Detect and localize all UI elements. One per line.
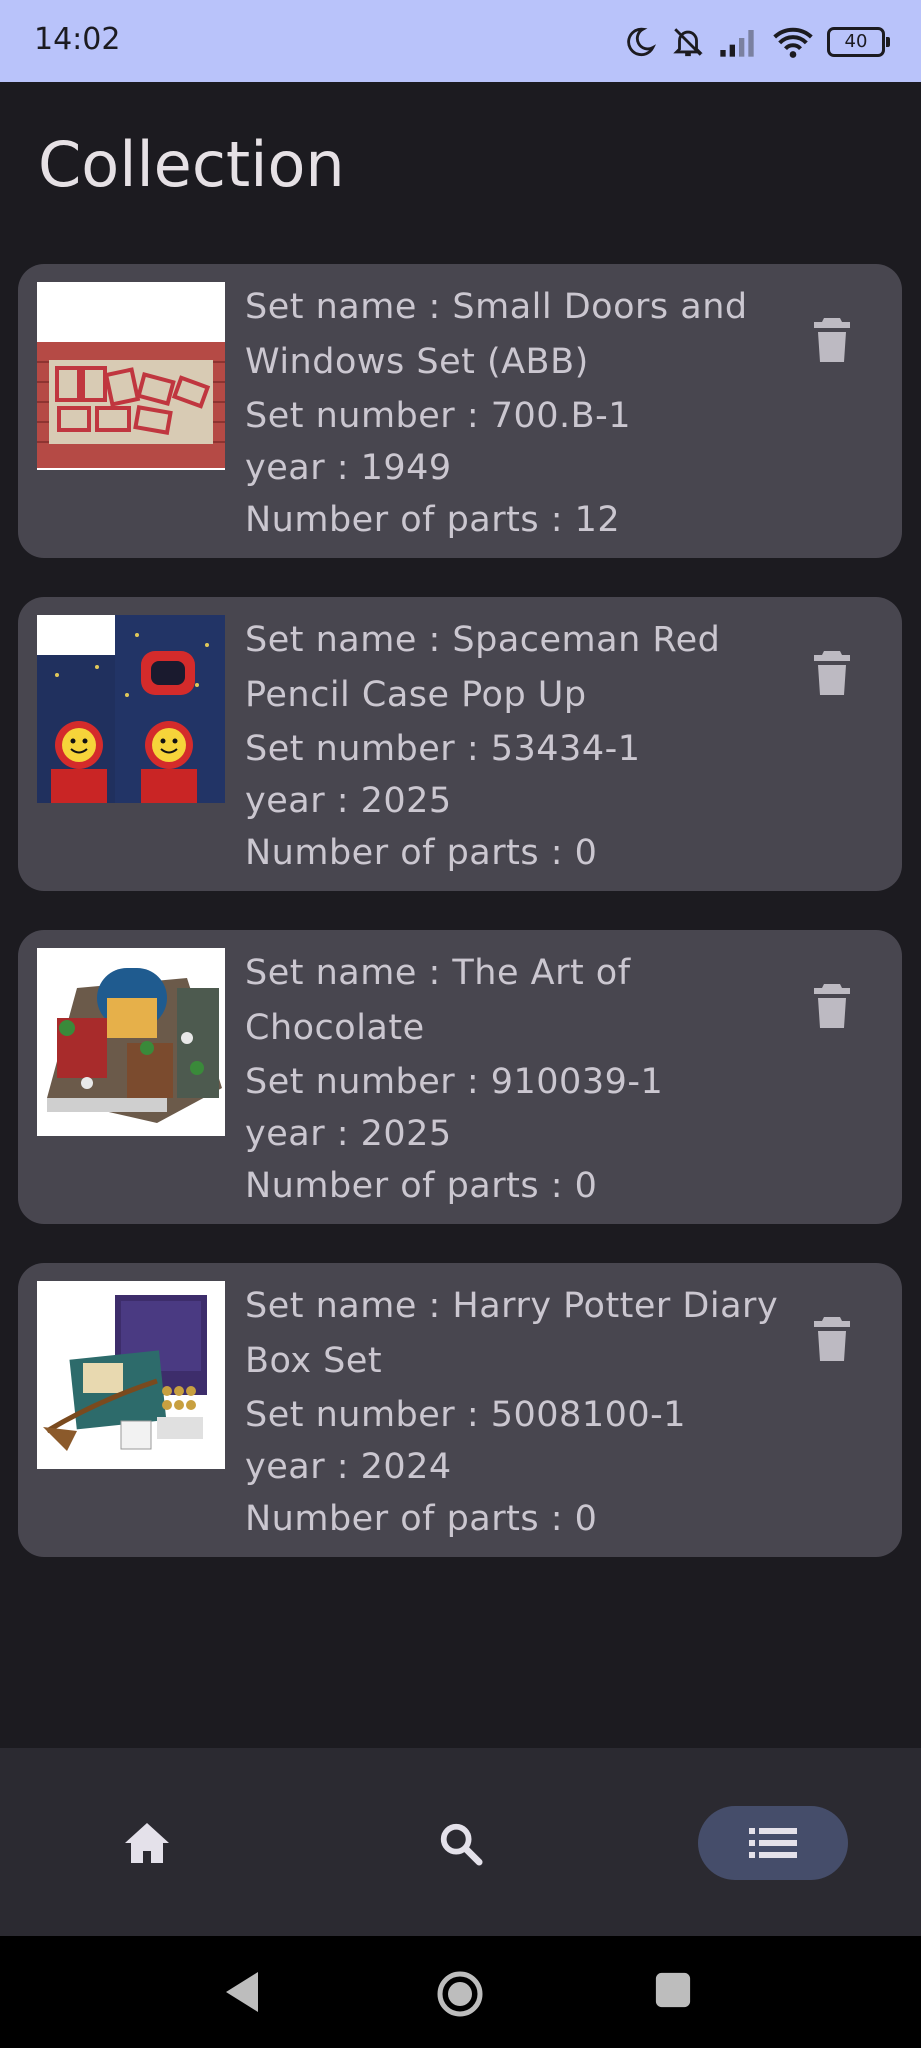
- set-number: Set number : 700.B-1: [245, 396, 632, 436]
- trash-icon: [814, 651, 850, 695]
- set-card[interactable]: Set name : The Art of Chocolate Set numb…: [18, 930, 902, 1224]
- set-year: year : 1949: [245, 448, 452, 488]
- set-number: Set number : 910039-1: [245, 1062, 664, 1102]
- trash-icon: [814, 318, 850, 362]
- set-info: Set name : The Art of Chocolate Set numb…: [245, 946, 785, 1212]
- battery-icon: 40: [827, 27, 890, 57]
- nav-home[interactable]: [108, 1806, 186, 1880]
- delete-button[interactable]: [804, 1311, 860, 1367]
- wifi-icon: [773, 27, 813, 58]
- back-button[interactable]: [222, 1970, 262, 2014]
- set-year: year : 2025: [245, 781, 452, 821]
- battery-level: 40: [844, 31, 868, 52]
- system-navigation-bar: [0, 1936, 921, 2048]
- set-card[interactable]: Set name : Small Doors and Windows Set (…: [18, 264, 902, 558]
- set-card[interactable]: Set name : Harry Potter Diary Box Set Se…: [18, 1263, 902, 1557]
- set-parts: Number of parts : 0: [245, 833, 598, 873]
- trash-icon: [814, 984, 850, 1028]
- set-info: Set name : Spaceman Red Pencil Case Pop …: [245, 613, 785, 879]
- set-card[interactable]: Set name : Spaceman Red Pencil Case Pop …: [18, 597, 902, 891]
- set-parts: Number of parts : 0: [245, 1166, 598, 1206]
- delete-button[interactable]: [804, 978, 860, 1034]
- moon-icon: [627, 27, 657, 57]
- trash-icon: [814, 1317, 850, 1361]
- status-icons: 40: [623, 20, 890, 64]
- status-time: 14:02: [34, 22, 121, 57]
- set-year: year : 2025: [245, 1114, 452, 1154]
- set-number: Set number : 53434-1: [245, 729, 641, 769]
- back-triangle-icon: [226, 1972, 258, 2012]
- bell-off-icon: [673, 28, 703, 57]
- bottom-navigation: [0, 1748, 921, 1936]
- home-icon: [125, 1823, 169, 1863]
- page-title: Collection: [38, 128, 345, 201]
- delete-button[interactable]: [804, 312, 860, 368]
- status-bar: 14:02 40: [0, 0, 921, 82]
- home-system-button[interactable]: [436, 1970, 484, 2018]
- recents-button[interactable]: [654, 1970, 692, 2010]
- search-icon: [440, 1823, 483, 1866]
- delete-button[interactable]: [804, 645, 860, 701]
- set-image: [37, 948, 225, 1136]
- set-info: Set name : Small Doors and Windows Set (…: [245, 280, 785, 546]
- set-image: [37, 282, 225, 470]
- set-year: year : 2024: [245, 1447, 452, 1487]
- set-image: [37, 1281, 225, 1469]
- set-number: Set number : 5008100-1: [245, 1395, 687, 1435]
- list-icon: [749, 1828, 797, 1858]
- set-parts: Number of parts : 0: [245, 1499, 598, 1539]
- nav-search[interactable]: [421, 1806, 499, 1880]
- set-parts: Number of parts : 12: [245, 500, 621, 540]
- set-name: Set name : Small Doors and Windows Set (…: [245, 287, 748, 382]
- set-name: Set name : Spaceman Red Pencil Case Pop …: [245, 620, 721, 715]
- set-name: Set name : The Art of Chocolate: [245, 953, 631, 1048]
- recents-square-icon: [655, 1972, 691, 2008]
- set-info: Set name : Harry Potter Diary Box Set Se…: [245, 1279, 785, 1545]
- home-circle-icon: [437, 1971, 483, 2017]
- signal-icon: [720, 30, 754, 57]
- set-image: [37, 615, 225, 803]
- set-name: Set name : Harry Potter Diary Box Set: [245, 1286, 779, 1381]
- nav-collection[interactable]: [698, 1806, 848, 1880]
